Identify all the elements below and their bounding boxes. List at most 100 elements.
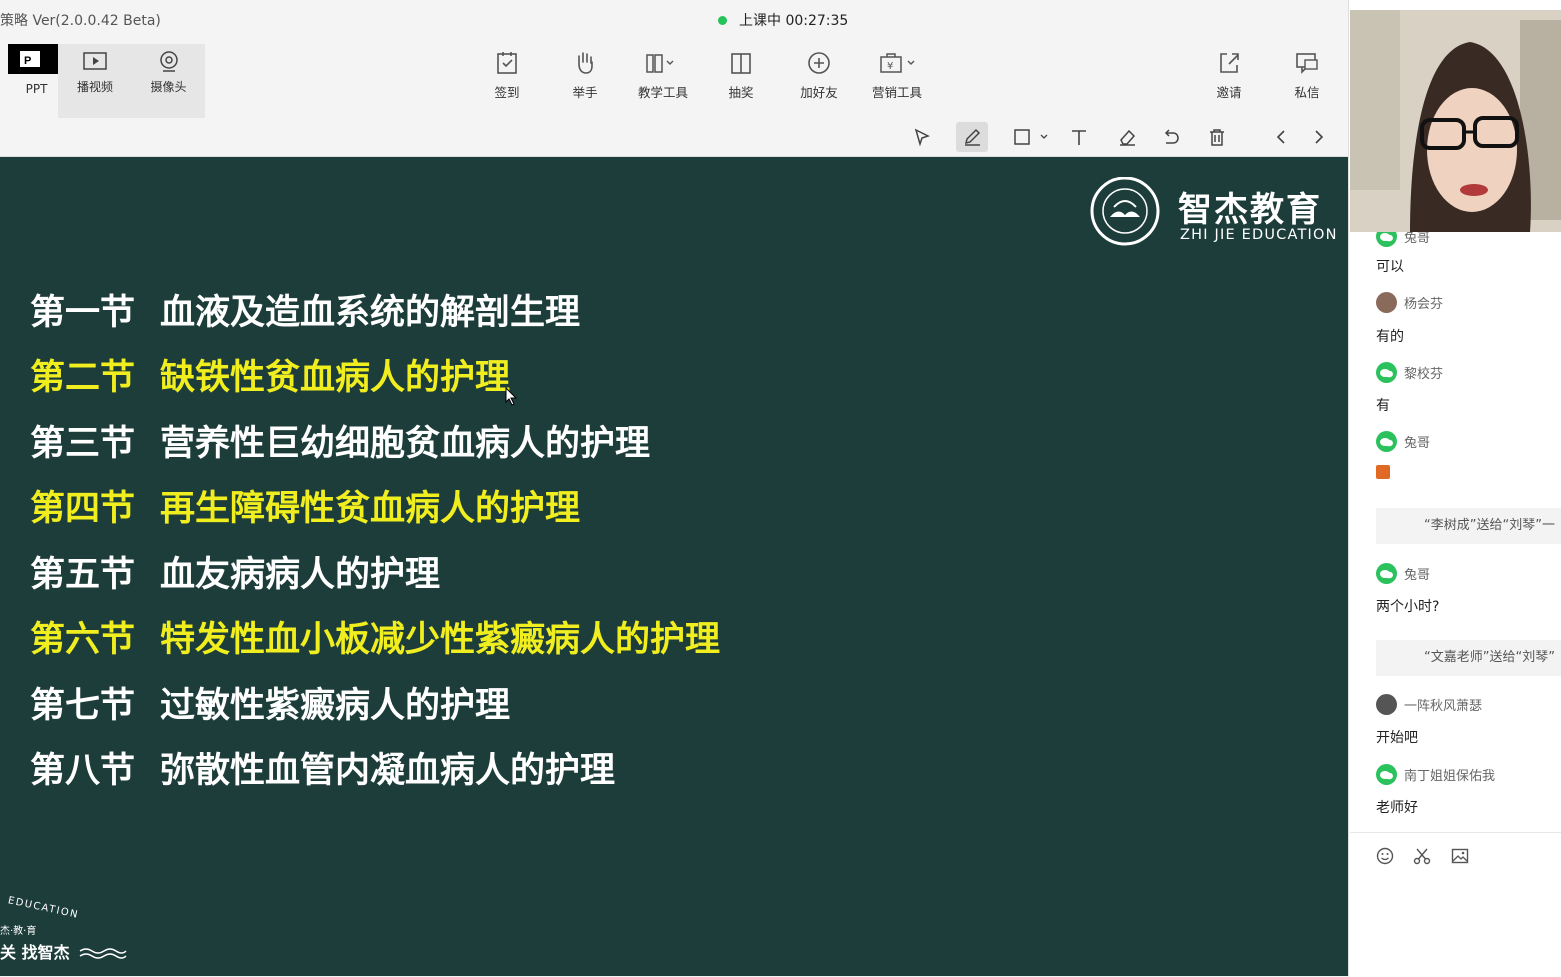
emoji-icon bbox=[1376, 847, 1394, 865]
section-number: 第五节 bbox=[30, 555, 136, 595]
chat-message-text: 老师好 bbox=[1376, 800, 1418, 816]
prev-page-button[interactable] bbox=[1266, 122, 1298, 152]
outline-row: 第一节 血液及造血系统的解剖生理 bbox=[30, 284, 580, 335]
chat-sender: 兔哥 bbox=[1376, 232, 1430, 247]
chat-sender: 兔哥 bbox=[1376, 431, 1430, 452]
live-status: 上课中 00:27:35 bbox=[718, 10, 848, 30]
svg-text:P: P bbox=[24, 55, 31, 67]
chat-message-text: 有 bbox=[1376, 398, 1390, 414]
section-number: 第一节 bbox=[30, 293, 136, 333]
private-message-icon bbox=[1296, 53, 1318, 74]
pen-tool-button[interactable] bbox=[956, 122, 988, 152]
outline-row: 第六节 特发性血小板减少性紫癜病人的护理 bbox=[30, 611, 720, 662]
tool-checkin-label: 签到 bbox=[494, 85, 520, 100]
invite-icon bbox=[1220, 53, 1239, 73]
annotation-toolbar bbox=[0, 118, 1348, 157]
section-title: 血友病病人的护理 bbox=[160, 555, 441, 595]
chat-message-text: 可以 bbox=[1376, 259, 1404, 275]
tool-raise-hand[interactable]: 举手 bbox=[550, 50, 620, 101]
mode-webcam[interactable]: 摄像头 bbox=[132, 44, 205, 118]
logo-seal-icon bbox=[1090, 177, 1160, 246]
image-button[interactable] bbox=[1451, 847, 1469, 869]
wechat-icon bbox=[1376, 563, 1397, 584]
play-video-icon bbox=[83, 52, 107, 70]
section-title: 营养性巨幼细胞贫血病人的护理 bbox=[160, 424, 651, 464]
text-icon bbox=[1072, 130, 1086, 145]
chat-message-sticker bbox=[1376, 465, 1390, 483]
wechat-icon bbox=[1376, 431, 1397, 452]
chat-sender-name: 杨会芬 bbox=[1404, 297, 1444, 312]
undo-button[interactable] bbox=[1155, 122, 1187, 152]
tool-add-friend[interactable]: 加好友 bbox=[784, 50, 854, 101]
checkin-icon bbox=[497, 52, 517, 74]
chat-input-bar bbox=[1350, 832, 1561, 977]
emoji-button[interactable] bbox=[1376, 847, 1394, 869]
tool-invite[interactable]: 邀请 bbox=[1194, 50, 1264, 101]
title-bar: 策略 Ver(2.0.0.42 Beta) 上课中 00:27:35 bbox=[0, 0, 1348, 40]
mode-play-video-label: 播视频 bbox=[76, 80, 113, 94]
section-number: 第七节 bbox=[30, 686, 136, 726]
chat-sender: 一阵秋风萧瑟 bbox=[1376, 694, 1482, 715]
eraser-icon bbox=[1120, 129, 1136, 146]
teaching-tools-icon bbox=[646, 54, 674, 73]
section-number: 第二节 bbox=[30, 358, 136, 398]
wechat-icon bbox=[1376, 362, 1397, 383]
sticker-icon bbox=[1376, 465, 1390, 479]
section-number: 第三节 bbox=[30, 424, 136, 464]
chat-sender-name: 兔哥 bbox=[1404, 436, 1431, 451]
tool-marketing-tools[interactable]: ¥ 营销工具 bbox=[862, 50, 932, 101]
tool-private-message[interactable]: 私信 bbox=[1272, 50, 1342, 101]
tool-checkin[interactable]: 签到 bbox=[472, 50, 542, 101]
chat-sender: 杨会芬 bbox=[1376, 292, 1443, 313]
outline-row: 第二节 缺铁性贫血病人的护理 bbox=[30, 349, 510, 400]
tool-teaching-tools[interactable]: 教学工具 bbox=[628, 50, 698, 101]
tool-private-message-label: 私信 bbox=[1294, 85, 1320, 100]
chat-sender: 黎校芬 bbox=[1376, 362, 1443, 383]
next-page-icon bbox=[1315, 130, 1324, 144]
tool-lottery[interactable]: 抽奖 bbox=[706, 50, 776, 101]
rectangle-icon bbox=[1014, 129, 1048, 145]
section-number: 第四节 bbox=[30, 489, 136, 529]
raise-hand-icon bbox=[578, 52, 593, 74]
shape-tool-button[interactable] bbox=[1008, 122, 1054, 152]
outline-row: 第三节 营养性巨幼细胞贫血病人的护理 bbox=[30, 415, 650, 466]
text-tool-button[interactable] bbox=[1063, 122, 1095, 152]
lottery-icon bbox=[731, 53, 751, 74]
chat-list[interactable]: 兔哥 可以 杨会芬 有的 黎校芬 有 兔哥 “李树成”送给“刘琴”一 兔哥 两个… bbox=[1350, 232, 1561, 832]
eraser-tool-button[interactable] bbox=[1111, 122, 1143, 152]
corner-slogan: 关 找智杰 bbox=[0, 943, 70, 962]
screenshot-button[interactable] bbox=[1413, 847, 1431, 869]
slide-canvas[interactable]: 智杰教育 ZHI JIE EDUCATION 第一节 血液及造血系统的解剖生理 第… bbox=[0, 157, 1348, 976]
corner-logo-line1: 杰·教·育 bbox=[0, 926, 37, 937]
mode-play-video[interactable]: 播视频 bbox=[58, 44, 132, 118]
gift-notice: “李树成”送给“刘琴”一 bbox=[1376, 508, 1561, 544]
svg-text:¥: ¥ bbox=[887, 61, 893, 72]
section-number: 第六节 bbox=[30, 620, 136, 660]
tool-add-friend-label: 加好友 bbox=[800, 85, 838, 100]
section-number: 第八节 bbox=[30, 751, 136, 791]
chat-message-text: 两个小时? bbox=[1376, 599, 1440, 615]
outline-row: 第八节 弥散性血管内凝血病人的护理 bbox=[30, 742, 615, 793]
chat-sender-name: 南丁姐姐保佑我 bbox=[1404, 769, 1496, 784]
section-title: 弥散性血管内凝血病人的护理 bbox=[160, 751, 616, 791]
marketing-tools-icon: ¥ bbox=[880, 53, 915, 73]
corner-logo-en: EDUCATION bbox=[6, 895, 80, 921]
chat-sender-name: 兔哥 bbox=[1404, 568, 1431, 583]
gift-notice: “文嘉老师”送给“刘琴” bbox=[1376, 640, 1561, 676]
undo-icon bbox=[1164, 129, 1179, 144]
outline-row: 第五节 血友病病人的护理 bbox=[30, 546, 440, 597]
wechat-icon bbox=[1376, 232, 1397, 247]
delete-button[interactable] bbox=[1201, 122, 1233, 152]
select-tool-button[interactable] bbox=[906, 122, 938, 152]
prev-page-icon bbox=[1276, 130, 1285, 144]
outline-row: 第四节 再生障碍性贫血病人的护理 bbox=[30, 480, 580, 531]
mode-webcam-label: 摄像头 bbox=[150, 80, 187, 94]
chat-sender: 南丁姐姐保佑我 bbox=[1376, 764, 1495, 785]
tool-invite-label: 邀请 bbox=[1216, 85, 1242, 100]
tool-raise-hand-label: 举手 bbox=[572, 85, 598, 100]
tool-teaching-tools-label: 教学工具 bbox=[637, 85, 688, 100]
next-page-button[interactable] bbox=[1302, 122, 1334, 152]
webcam-icon bbox=[159, 51, 178, 72]
chat-message-text: 有的 bbox=[1376, 329, 1404, 345]
select-arrow-icon bbox=[914, 128, 930, 147]
